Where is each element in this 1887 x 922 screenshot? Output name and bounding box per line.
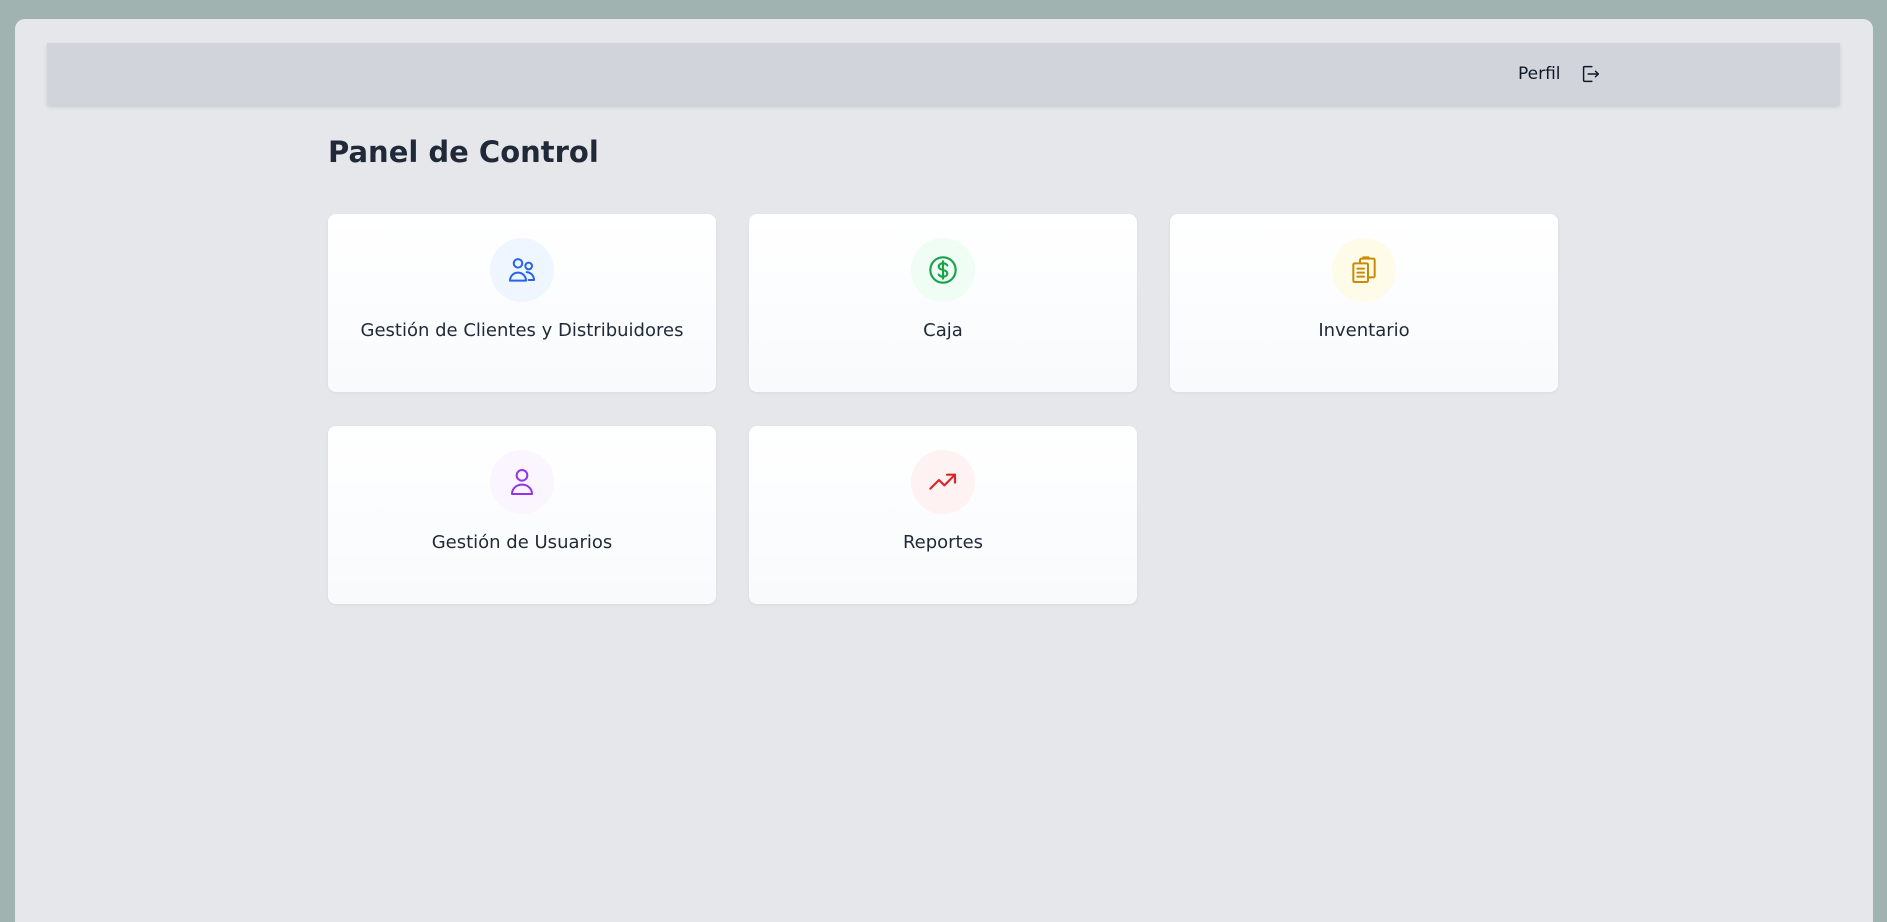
logout-icon[interactable] xyxy=(1577,61,1603,87)
card-clientes-distribuidores[interactable]: Gestión de Clientes y Distribuidores xyxy=(328,214,716,392)
card-inventario[interactable]: Inventario xyxy=(1170,214,1558,392)
card-reportes[interactable]: Reportes xyxy=(749,426,1137,604)
user-icon xyxy=(490,450,554,514)
card-label: Inventario xyxy=(1318,320,1410,341)
card-label: Reportes xyxy=(902,532,984,553)
top-navbar: Perfil xyxy=(47,43,1840,105)
trending-up-icon xyxy=(911,450,975,514)
app-window: Perfil Panel de Control Gestión de Clien… xyxy=(15,19,1873,922)
clipboard-icon xyxy=(1332,238,1396,302)
card-caja[interactable]: Caja xyxy=(749,214,1137,392)
page-title: Panel de Control xyxy=(328,135,599,169)
dollar-icon xyxy=(911,238,975,302)
profile-link[interactable]: Perfil xyxy=(1518,43,1561,105)
users-icon xyxy=(490,238,554,302)
card-usuarios[interactable]: Gestión de Usuarios xyxy=(328,426,716,604)
card-label: Gestión de Usuarios xyxy=(431,532,613,553)
card-label: Caja xyxy=(923,320,963,341)
card-label: Gestión de Clientes y Distribuidores xyxy=(360,320,684,341)
